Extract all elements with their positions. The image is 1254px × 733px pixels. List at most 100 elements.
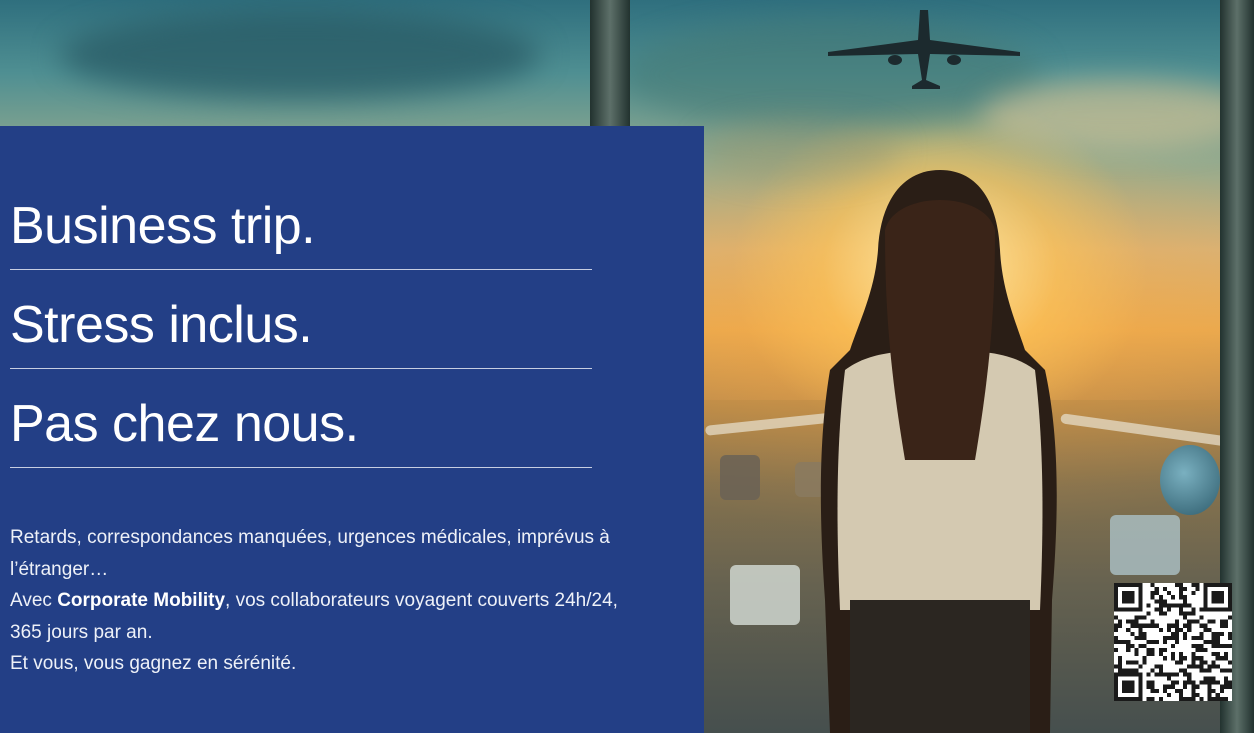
qr-module (1203, 639, 1208, 645)
qr-module (1211, 595, 1216, 600)
qr-module (1146, 652, 1151, 657)
qr-module (1142, 623, 1147, 628)
qr-module (1150, 684, 1155, 689)
qr-module (1130, 660, 1135, 665)
qr-module (1166, 676, 1171, 681)
qr-module (1118, 607, 1123, 612)
qr-module (1207, 688, 1212, 693)
qr-module (1227, 599, 1232, 604)
qr-module (1191, 644, 1196, 649)
qr-module (1138, 615, 1143, 620)
qr-module (1223, 656, 1228, 661)
qr-module (1138, 595, 1143, 600)
qr-module (1138, 644, 1143, 649)
qr-module (1215, 591, 1220, 596)
qr-module (1162, 648, 1167, 653)
qr-module (1187, 676, 1192, 681)
qr-module (1187, 672, 1192, 677)
qr-module (1162, 603, 1167, 608)
qr-module (1138, 676, 1143, 681)
qr-module (1227, 587, 1232, 592)
qr-module (1130, 672, 1135, 677)
qr-module (1142, 635, 1147, 640)
qr-module (1150, 583, 1155, 588)
qr-module (1118, 660, 1123, 665)
qr-module (1138, 684, 1143, 689)
qr-module (1223, 583, 1228, 588)
qr-module (1114, 680, 1119, 685)
divider (10, 269, 592, 270)
qr-module (1203, 591, 1208, 596)
qr-module (1195, 664, 1200, 669)
qr-module (1191, 684, 1196, 689)
qr-module (1114, 635, 1119, 640)
qr-module (1162, 672, 1167, 677)
qr-module (1195, 692, 1200, 697)
qr-module (1203, 599, 1208, 604)
qr-module (1170, 644, 1176, 649)
qr-module (1203, 595, 1208, 600)
qr-module (1162, 611, 1167, 616)
qr-module (1215, 631, 1220, 636)
qr-module (1118, 623, 1123, 628)
qr-module (1134, 615, 1139, 620)
qr-module (1166, 684, 1171, 689)
qr-module (1219, 599, 1224, 604)
qr-module (1126, 660, 1131, 665)
headline-1: Business trip. (10, 197, 316, 255)
qr-module (1166, 627, 1171, 632)
qr-module (1175, 583, 1180, 588)
qr-module (1138, 607, 1143, 612)
qr-module (1122, 607, 1127, 612)
qr-module (1199, 668, 1204, 673)
qr-module (1122, 688, 1127, 693)
qr-module (1199, 656, 1204, 661)
qr-module (1203, 607, 1208, 612)
qr-module (1138, 680, 1143, 685)
qr-module (1227, 680, 1232, 685)
qr-module (1215, 607, 1220, 612)
qr-module (1134, 607, 1139, 612)
qr-module (1134, 668, 1139, 673)
qr-module (1207, 583, 1212, 588)
qr-code-icon[interactable] (1114, 583, 1232, 701)
qr-module (1170, 684, 1176, 689)
qr-module (1211, 619, 1216, 624)
qr-module (1223, 607, 1228, 612)
qr-module (1191, 611, 1196, 616)
qr-module (1158, 627, 1163, 632)
qr-module (1175, 660, 1180, 665)
qr-module (1138, 672, 1143, 677)
cloud (60, 10, 540, 100)
qr-module (1162, 599, 1167, 604)
qr-module (1138, 591, 1143, 596)
qr-module (1215, 664, 1220, 669)
qr-module (1122, 583, 1127, 588)
qr-module (1114, 627, 1119, 632)
qr-module (1207, 607, 1212, 612)
qr-module (1138, 631, 1143, 636)
body-copy: Retards, correspondances manquées, urgen… (10, 522, 650, 680)
qr-module (1223, 680, 1228, 685)
qr-module (1126, 684, 1131, 689)
qr-module (1126, 627, 1131, 632)
qr-module (1183, 603, 1188, 608)
qr-module (1166, 603, 1171, 608)
qr-module (1203, 627, 1208, 632)
qr-module (1191, 591, 1196, 596)
qr-module (1219, 591, 1224, 596)
qr-module (1195, 635, 1200, 640)
qr-module (1118, 696, 1123, 701)
qr-module (1162, 684, 1167, 689)
qr-module (1219, 631, 1224, 636)
qr-module (1138, 587, 1143, 592)
qr-module (1207, 639, 1212, 645)
qr-module (1130, 688, 1135, 693)
qr-module (1126, 639, 1131, 645)
qr-module (1138, 664, 1143, 669)
qr-module (1175, 603, 1180, 608)
body-paragraph-2-prefix: Avec (10, 590, 58, 611)
qr-module (1118, 619, 1123, 624)
qr-module (1138, 696, 1143, 701)
qr-module (1211, 599, 1216, 604)
